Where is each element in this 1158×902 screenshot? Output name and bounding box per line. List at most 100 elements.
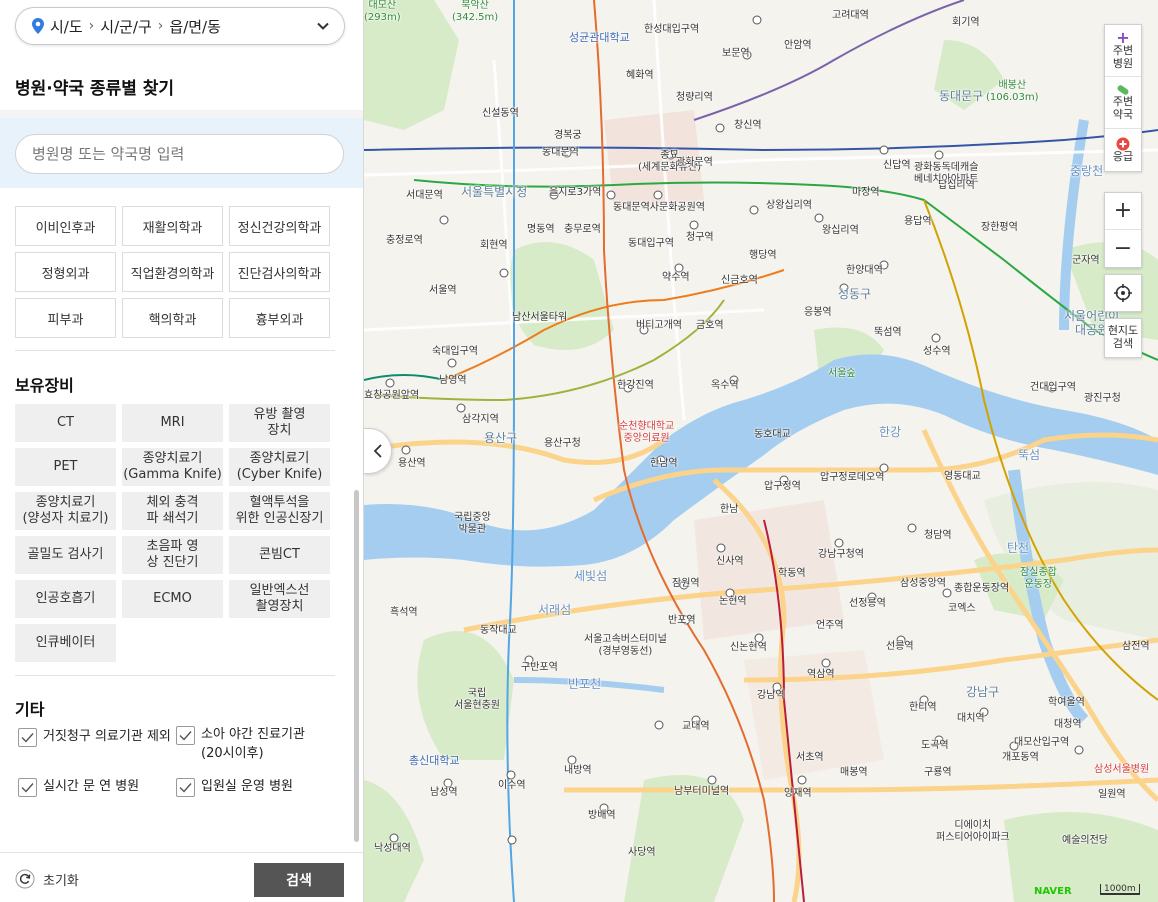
map-label[interactable]: 혜화역 bbox=[626, 70, 654, 82]
equipment-button[interactable]: PET bbox=[15, 448, 116, 486]
map-label[interactable]: 청담역 bbox=[924, 530, 952, 542]
map-label[interactable]: 선릉역 bbox=[886, 641, 914, 653]
map-label[interactable]: 용답역 bbox=[904, 216, 932, 228]
map-label[interactable]: 중랑천 bbox=[1070, 164, 1103, 179]
equipment-button[interactable]: 종양치료기 (Cyber Knife) bbox=[229, 448, 330, 486]
map-label[interactable]: 구룡역 bbox=[924, 767, 952, 779]
map-label[interactable]: 서래섬 bbox=[538, 603, 571, 618]
map-label[interactable]: 서울역 bbox=[429, 285, 457, 297]
map-label[interactable]: 용산역 bbox=[398, 458, 426, 470]
map-label[interactable]: 청량리역 bbox=[676, 92, 713, 104]
map-label[interactable]: 성균관대학교 bbox=[569, 31, 630, 45]
search-button[interactable]: 검색 bbox=[254, 863, 344, 897]
equipment-button[interactable]: 인큐베이터 bbox=[15, 624, 116, 662]
map-label[interactable]: 서울고속버스터미널 (경부영동선) bbox=[584, 634, 667, 657]
equipment-button[interactable]: 혈액투석을 위한 인공신장기 bbox=[229, 492, 330, 530]
equipment-button[interactable]: CT bbox=[15, 404, 116, 442]
map-label[interactable]: 청구역 bbox=[686, 232, 714, 244]
nearby-pharmacy-button[interactable]: 주변 약국 bbox=[1105, 77, 1141, 129]
map-label[interactable]: 배봉산 (106.03m) bbox=[986, 80, 1039, 103]
map-label[interactable]: 장한평역 bbox=[981, 222, 1018, 234]
checkmark-icon[interactable] bbox=[176, 778, 195, 797]
map-label[interactable]: 버티고개역 bbox=[636, 320, 682, 332]
map-label[interactable]: 매봉역 bbox=[840, 767, 868, 779]
map-label[interactable]: 안암역 bbox=[784, 40, 812, 52]
map-label[interactable]: 반포천 bbox=[568, 677, 601, 692]
map-label[interactable]: 학여울역 bbox=[1048, 697, 1085, 709]
map-label[interactable]: 회현역 bbox=[480, 240, 508, 252]
map-label[interactable]: 서울숲 bbox=[828, 368, 856, 380]
map-label[interactable]: 내방역 bbox=[564, 765, 592, 777]
map-label[interactable]: 대청역 bbox=[1054, 719, 1082, 731]
my-location-button[interactable] bbox=[1105, 275, 1141, 311]
equipment-button[interactable]: 종양치료기 (양성자 치료기) bbox=[15, 492, 116, 530]
zoom-out-button[interactable]: − bbox=[1105, 230, 1141, 267]
map-label[interactable]: 강남구청역 bbox=[818, 549, 864, 561]
reset-button[interactable]: 초기화 bbox=[15, 869, 79, 889]
map-label[interactable]: 도곡역 bbox=[921, 740, 949, 752]
map-label[interactable]: 한남역 bbox=[650, 458, 678, 470]
map-label[interactable]: 잠원역 bbox=[672, 578, 700, 590]
map-label[interactable]: 디에이치 퍼스티어아이파크 bbox=[936, 820, 1010, 843]
map-label[interactable]: 신사역 bbox=[716, 556, 744, 568]
map-label[interactable]: 성동구 bbox=[838, 287, 871, 302]
map-label[interactable]: 동대문구 bbox=[939, 89, 983, 104]
map-label[interactable]: 총신대학교 bbox=[409, 754, 460, 768]
map-label[interactable]: 교대역 bbox=[682, 721, 710, 733]
nearby-hospital-button[interactable]: + 주변 병원 bbox=[1105, 25, 1141, 77]
map-label[interactable]: 삼성서울병원 bbox=[1094, 764, 1149, 776]
map-label[interactable]: 북악산 (342.5m) bbox=[452, 0, 498, 23]
equipment-button[interactable]: MRI bbox=[122, 404, 223, 442]
department-button[interactable]: 정신건강의학과 bbox=[229, 206, 330, 246]
map-label[interactable]: 일원역 bbox=[1098, 789, 1126, 801]
department-button[interactable]: 피부과 bbox=[15, 298, 116, 338]
map-label[interactable]: 역삼역 bbox=[807, 669, 835, 681]
department-button[interactable]: 이비인후과 bbox=[15, 206, 116, 246]
region-select[interactable]: 시/도 › 시/군/구 › 읍/면/동 bbox=[15, 7, 345, 45]
filter-scroll-area[interactable]: 이비인후과 재활의학과 정신건강의학과 정형외과 직업환경의학과 진단검사의학과 피부과 핵의… bbox=[0, 188, 350, 852]
map-label[interactable]: 옥수역 bbox=[711, 380, 739, 392]
map-label[interactable]: 예술의전당 bbox=[1062, 835, 1108, 847]
map-label[interactable]: 한성대입구역 bbox=[644, 24, 699, 36]
map-label[interactable]: 행당역 bbox=[749, 250, 777, 262]
equipment-button[interactable]: 골밀도 검사기 bbox=[15, 536, 116, 574]
map-label[interactable]: 양재역 bbox=[784, 788, 812, 800]
map-label[interactable]: 서대문역 bbox=[406, 190, 443, 202]
department-button[interactable]: 재활의학과 bbox=[122, 206, 223, 246]
map-label[interactable]: 남산서울타워 bbox=[512, 312, 567, 324]
map-label[interactable]: 신설동역 bbox=[482, 108, 519, 120]
equipment-button[interactable]: 콘빔CT bbox=[229, 536, 330, 574]
equipment-button[interactable]: ECMO bbox=[122, 580, 223, 618]
map-label[interactable]: 흑석역 bbox=[390, 607, 418, 619]
zoom-in-button[interactable]: + bbox=[1105, 193, 1141, 230]
map-label[interactable]: 창신역 bbox=[734, 120, 762, 132]
filter-checkbox[interactable]: 거짓청구 의료기관 제외 bbox=[18, 728, 171, 747]
map-label[interactable]: 마장역 bbox=[852, 187, 880, 199]
map-label[interactable]: 신논현역 bbox=[730, 642, 767, 654]
map-label[interactable]: 광진구청 bbox=[1084, 393, 1121, 405]
map-label[interactable]: 논현역 bbox=[719, 596, 747, 608]
map-label[interactable]: 서울특별시청 bbox=[461, 185, 527, 200]
map-label[interactable]: 코엑스 bbox=[948, 603, 976, 615]
map-label[interactable]: 남부터미널역 bbox=[674, 786, 729, 798]
map-label[interactable]: 회기역 bbox=[952, 17, 980, 29]
map-label[interactable]: 잠실종합 운동장 bbox=[1020, 567, 1057, 590]
map-label[interactable]: 한티역 bbox=[909, 702, 937, 714]
map-label[interactable]: 한강 bbox=[879, 425, 901, 440]
filter-checkbox[interactable]: 소아 야간 진료기관 (20시이후) bbox=[176, 726, 305, 764]
map-label[interactable]: 압구정역 bbox=[764, 481, 801, 493]
map-label[interactable]: 대치역 bbox=[957, 713, 985, 725]
map-label[interactable]: 을지로3가역 bbox=[549, 187, 601, 199]
equipment-button[interactable]: 종양치료기 (Gamma Knife) bbox=[122, 448, 223, 486]
filter-checkbox[interactable]: 입원실 운영 병원 bbox=[176, 778, 293, 797]
map-label[interactable]: 보문역 bbox=[722, 48, 750, 60]
map-label[interactable]: 약수역 bbox=[662, 272, 690, 284]
department-button[interactable]: 흉부외과 bbox=[229, 298, 330, 338]
map-label[interactable]: 강남역 bbox=[757, 690, 785, 702]
map-label[interactable]: 구반포역 bbox=[521, 662, 558, 674]
map-label[interactable]: 성수역 bbox=[923, 346, 951, 358]
map-label[interactable]: 남성역 bbox=[430, 787, 458, 799]
map-view[interactable]: 북악산 (342.5m) 성균관대학교 고려대역 회기역 한성대입구역 보문역 안암역 혜화역… bbox=[364, 0, 1158, 902]
map-label[interactable]: 반포역 bbox=[668, 615, 696, 627]
map-label[interactable]: 동호대교 bbox=[754, 429, 791, 441]
